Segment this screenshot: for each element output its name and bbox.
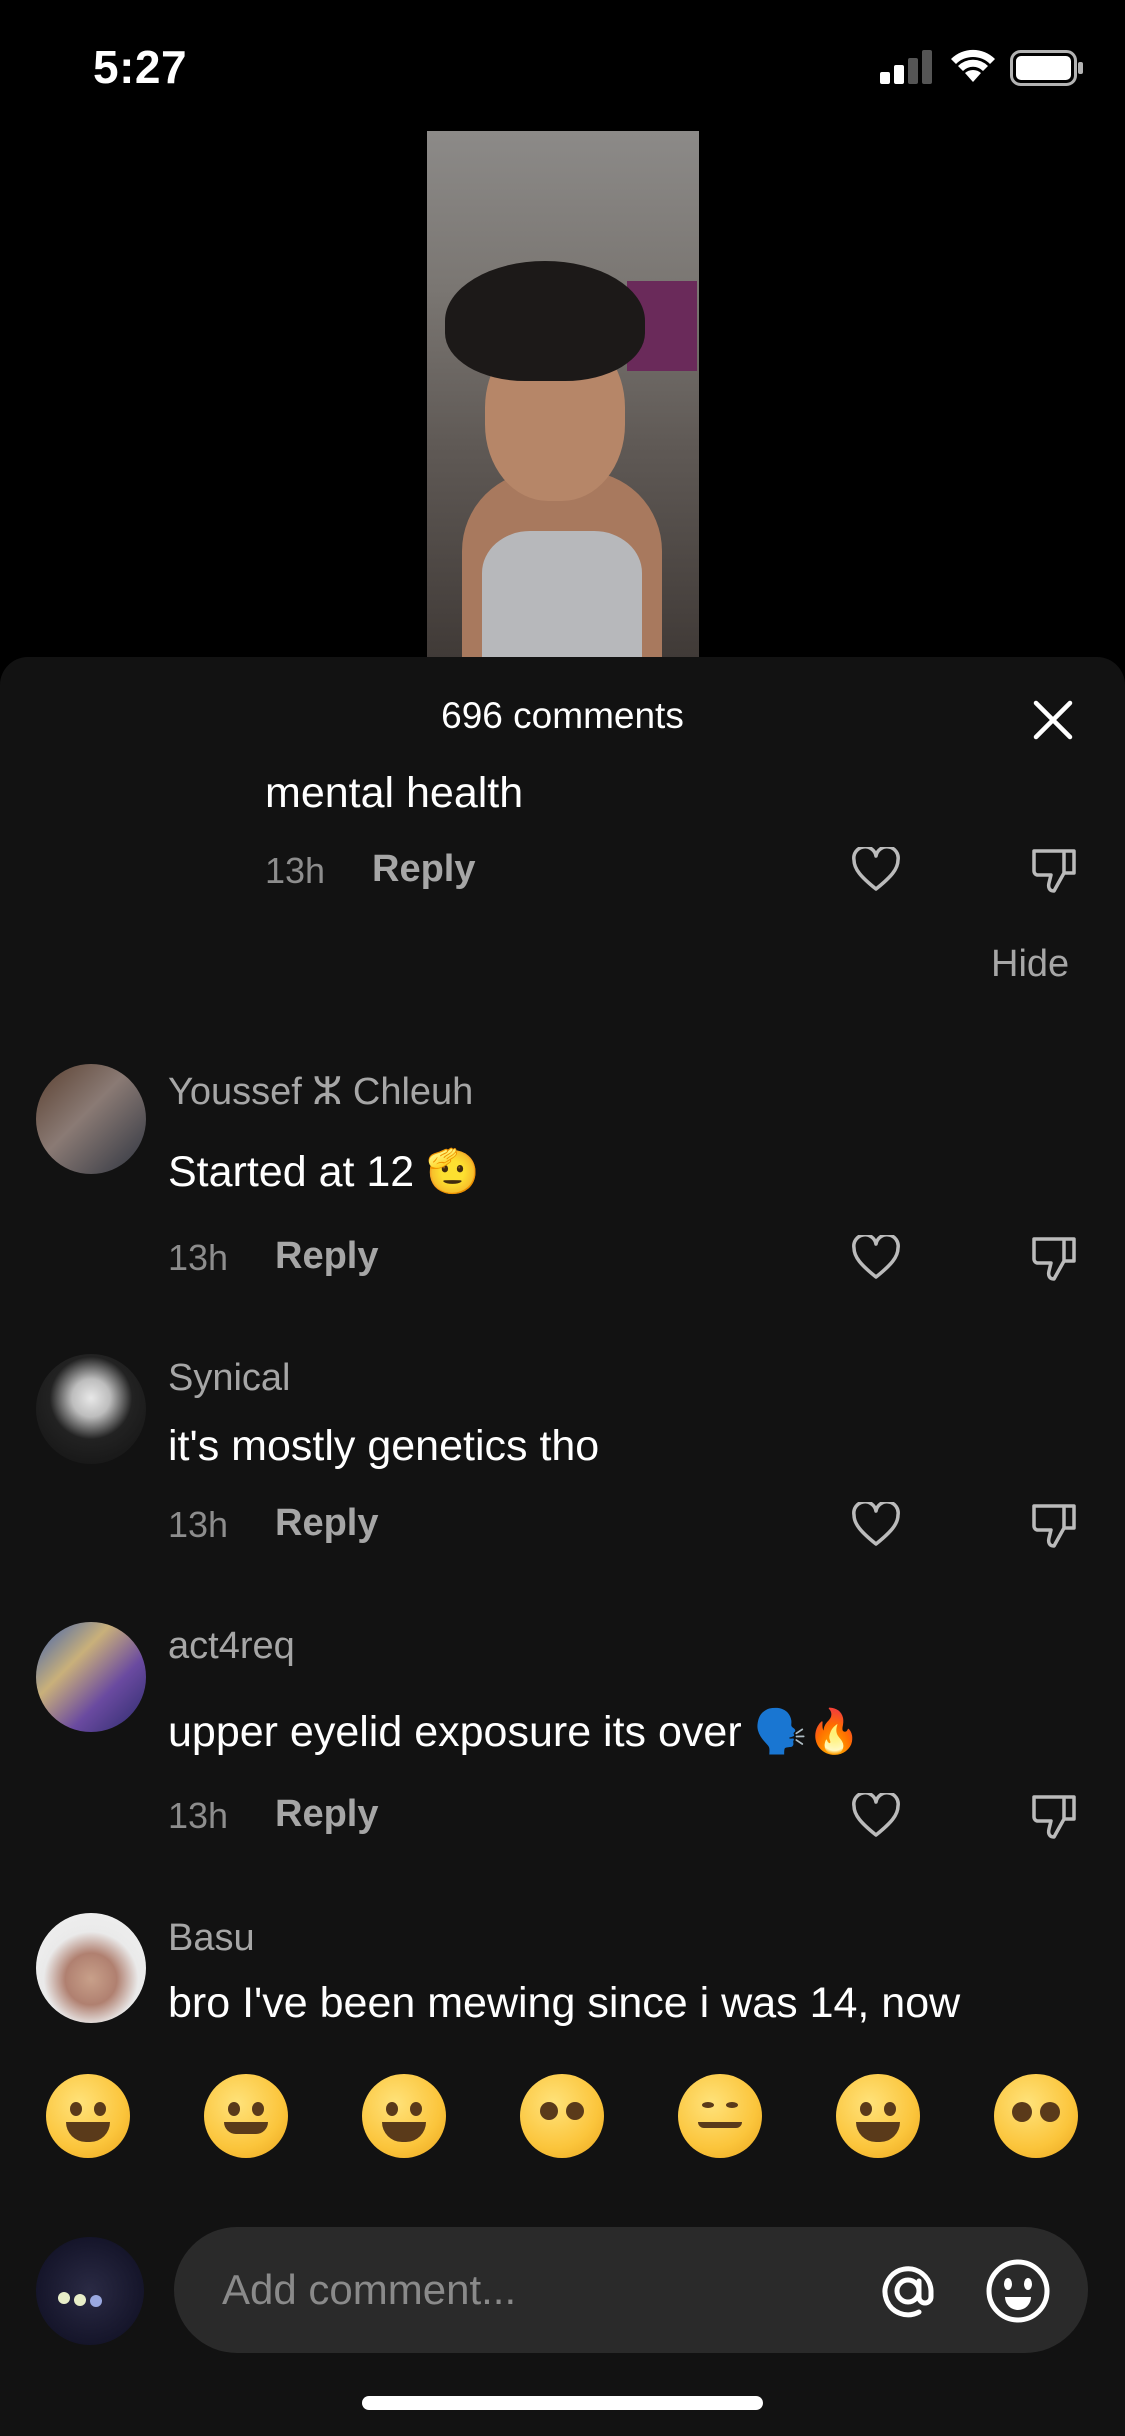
reply-button[interactable]: Reply (372, 848, 475, 891)
grinning-sweat-emoji-icon[interactable] (836, 2074, 920, 2158)
like-heart-icon[interactable] (851, 1502, 901, 1548)
reply-button[interactable]: Reply (275, 1793, 378, 1836)
comments-sheet: 696 comments mental health 13h Reply Hid… (0, 657, 1125, 2436)
comment-text: bro I've been mewing since i was 14, now (168, 1979, 961, 2027)
comment-username[interactable]: Synical (168, 1357, 291, 1400)
quick-emoji-bar (0, 2074, 1125, 2194)
comment-text: it's mostly genetics tho (168, 1422, 600, 1470)
like-heart-icon[interactable] (851, 1793, 901, 1839)
comment-timestamp: 13h (265, 850, 326, 891)
reply-button[interactable]: Reply (275, 1235, 378, 1278)
flushed-face-emoji-icon[interactable] (520, 2074, 604, 2158)
smirking-face-emoji-icon[interactable] (678, 2074, 762, 2158)
dislike-icon[interactable] (1030, 1500, 1078, 1550)
comment-timestamp: 13h (168, 1795, 229, 1836)
my-avatar[interactable] (36, 2237, 144, 2345)
pleading-face-emoji-icon[interactable] (994, 2074, 1078, 2158)
smiling-face-with-hearts-emoji-icon[interactable] (204, 2074, 288, 2158)
close-icon[interactable] (1030, 697, 1076, 743)
like-heart-icon[interactable] (851, 1235, 901, 1281)
video-thumbnail[interactable] (427, 131, 699, 659)
battery-icon (1010, 50, 1083, 86)
comment-username[interactable]: Youssef ⵣ Chleuh (168, 1069, 473, 1114)
comment-input-bar (0, 2197, 1125, 2357)
comment-input-field[interactable] (174, 2227, 1088, 2353)
avatar[interactable] (36, 1354, 146, 1464)
comment-text: mental health (265, 769, 524, 817)
dislike-icon[interactable] (1030, 1791, 1078, 1841)
cellular-signal-icon (880, 50, 932, 84)
home-indicator[interactable] (362, 2396, 763, 2410)
comment-timestamp: 13h (168, 1504, 229, 1545)
video-person-hair (445, 261, 645, 381)
avatar[interactable] (36, 1913, 146, 2023)
status-time: 5:27 (93, 41, 188, 93)
hide-replies-link[interactable]: Hide (991, 943, 1069, 986)
comment-timestamp: 13h (168, 1237, 229, 1278)
emoji-picker-icon[interactable] (984, 2257, 1052, 2325)
tears-of-joy-emoji-icon[interactable] (362, 2074, 446, 2158)
like-heart-icon[interactable] (851, 847, 901, 893)
comments-count-title: 696 comments (441, 695, 684, 736)
reply-button[interactable]: Reply (275, 1502, 378, 1545)
avatar[interactable] (36, 1622, 146, 1732)
video-person-tanktop (482, 531, 642, 659)
status-bar: 5:27 (0, 0, 1125, 130)
dislike-icon[interactable] (1030, 1233, 1078, 1283)
mention-at-icon[interactable] (874, 2257, 942, 2325)
dislike-icon[interactable] (1030, 845, 1078, 895)
comment-username[interactable]: Basu (168, 1917, 255, 1960)
avatar[interactable] (36, 1064, 146, 1174)
comment-username[interactable]: act4req (168, 1625, 295, 1668)
wifi-icon (951, 49, 995, 82)
comment-text: Started at 12 🫡 (168, 1148, 480, 1196)
comment-text: upper eyelid exposure its over 🗣️🔥 (168, 1708, 861, 1756)
grinning-face-emoji-icon[interactable] (46, 2074, 130, 2158)
comment-input[interactable] (220, 2259, 784, 2321)
